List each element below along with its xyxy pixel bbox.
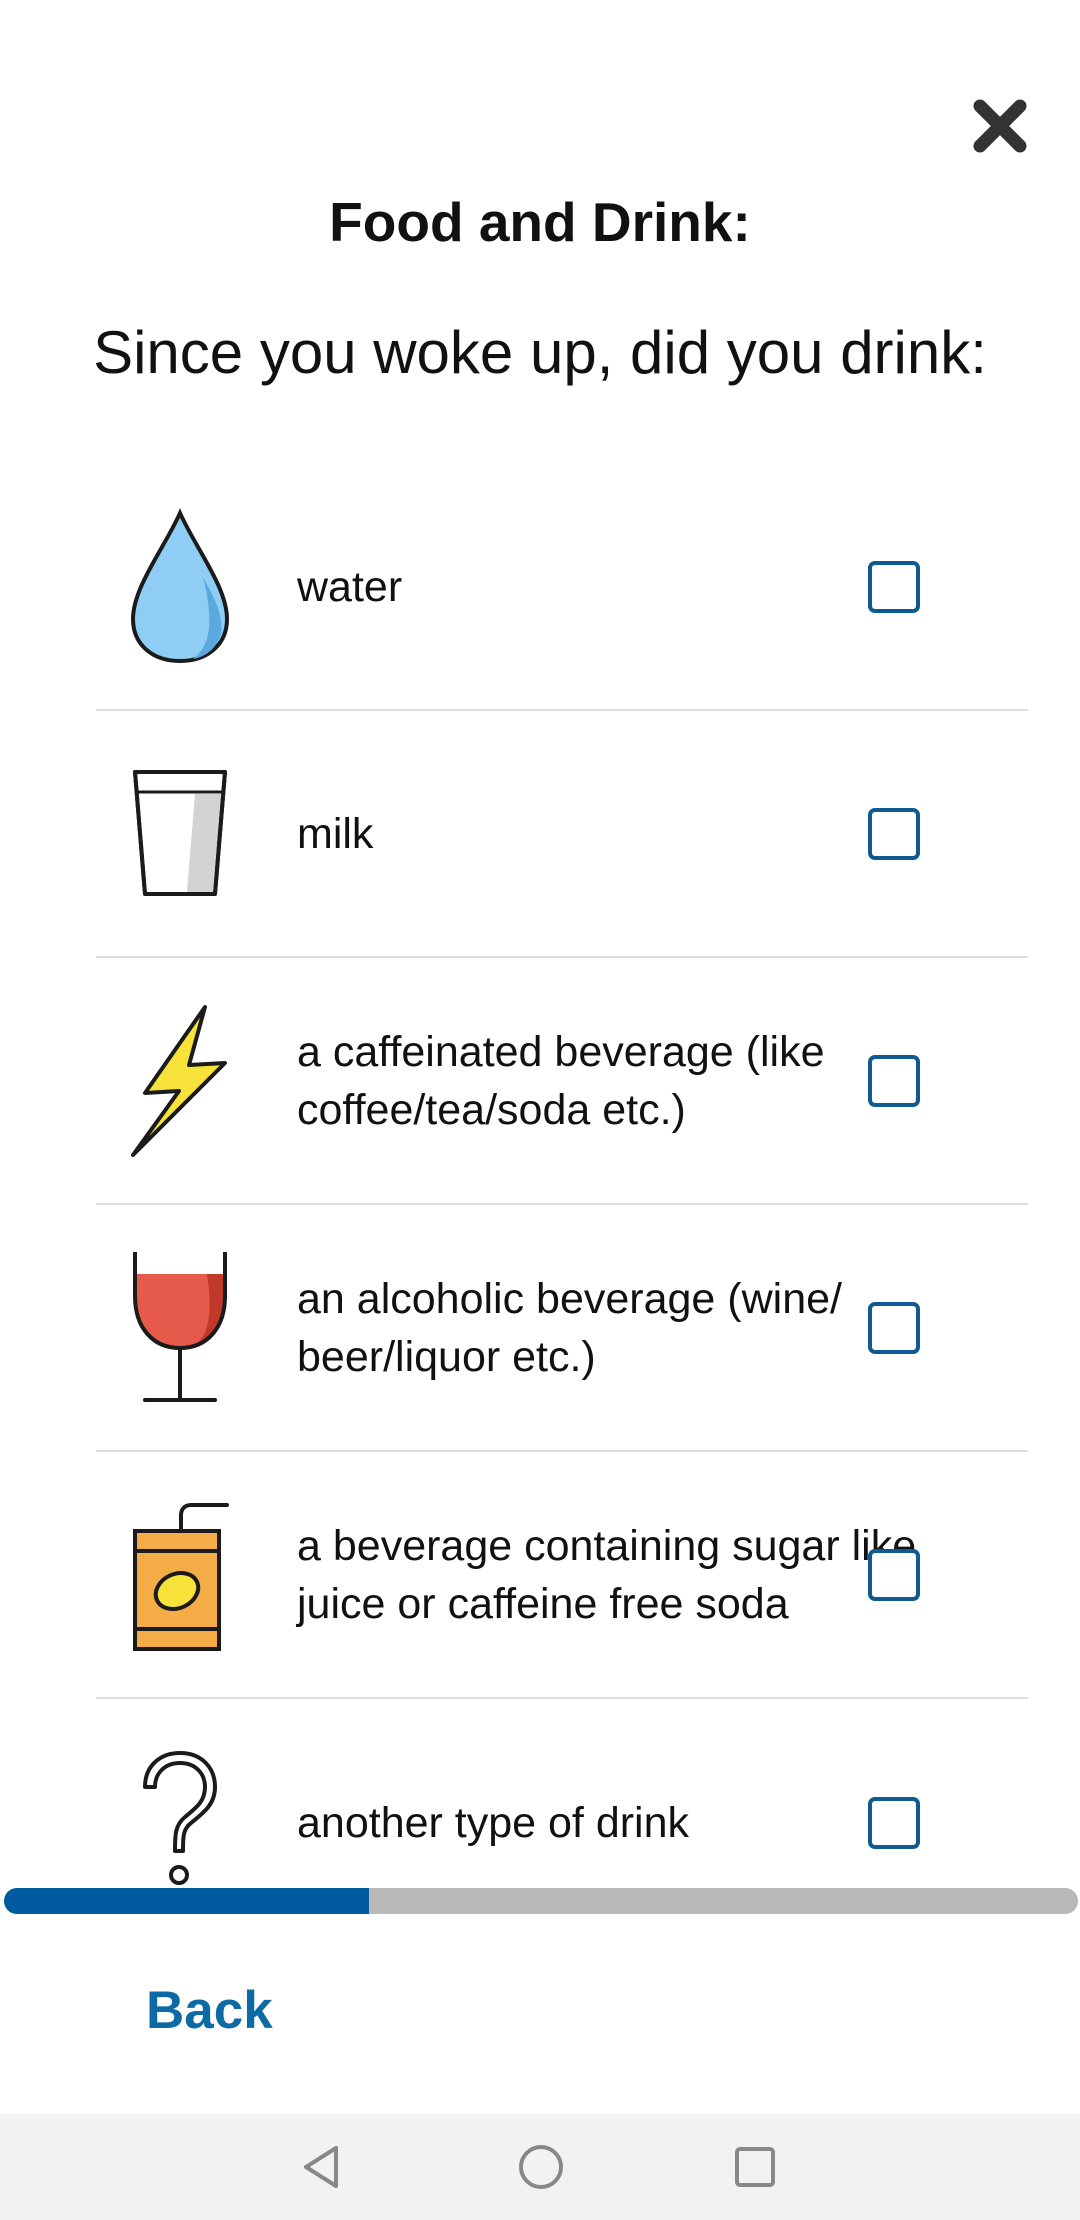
option-label: another type of drink: [297, 1798, 690, 1847]
list-item[interactable]: a beverage containing sugar like juice o…: [96, 1452, 1028, 1699]
page-title: Food and Drink:: [329, 191, 751, 253]
list-item[interactable]: an alcoholic beverage (wine/ beer/liquor…: [96, 1205, 1028, 1452]
progress-bar-fill: [4, 1888, 370, 1914]
option-label: milk: [297, 809, 374, 858]
system-home-button[interactable]: [508, 2134, 574, 2200]
list-item[interactable]: a caffeinated beverage (like coffee/tea/…: [96, 958, 1028, 1205]
option-label: water: [297, 562, 403, 611]
option-checkbox[interactable]: [868, 807, 920, 860]
back-button[interactable]: Back: [146, 1980, 273, 2041]
drink-options-list: water milk a caffeinated beverage (like …: [96, 464, 1028, 1946]
wine-glass-icon: [120, 1248, 240, 1408]
list-item[interactable]: water: [96, 464, 1028, 711]
option-label: a caffeinated beverage (like coffee/tea/…: [297, 1027, 825, 1134]
juice-box-icon: [120, 1495, 240, 1655]
option-checkbox[interactable]: [868, 560, 920, 613]
option-label: a beverage containing sugar like juice o…: [297, 1521, 917, 1628]
recents-square-icon: [735, 2147, 775, 2187]
option-checkbox[interactable]: [868, 1301, 920, 1354]
close-icon: [973, 99, 1027, 153]
question-prompt: Since you woke up, did you drink:: [93, 319, 987, 386]
question-mark-icon: [120, 1743, 240, 1903]
back-triangle-icon: [304, 2146, 338, 2188]
option-checkbox[interactable]: [868, 1796, 920, 1849]
milk-glass-icon: [120, 754, 240, 914]
option-checkbox[interactable]: [868, 1054, 920, 1107]
water-drop-icon: [120, 507, 240, 667]
progress-bar: [4, 1888, 1078, 1914]
list-item[interactable]: milk: [96, 711, 1028, 958]
option-label: an alcoholic beverage (wine/ beer/liquor…: [297, 1274, 842, 1381]
option-checkbox[interactable]: [868, 1548, 920, 1601]
home-circle-icon: [519, 2145, 563, 2189]
lightning-bolt-icon: [120, 1001, 240, 1161]
system-recents-button[interactable]: [722, 2134, 788, 2200]
close-button[interactable]: [960, 86, 1040, 166]
system-back-button[interactable]: [290, 2134, 356, 2200]
system-navigation-bar: [0, 2114, 1080, 2220]
